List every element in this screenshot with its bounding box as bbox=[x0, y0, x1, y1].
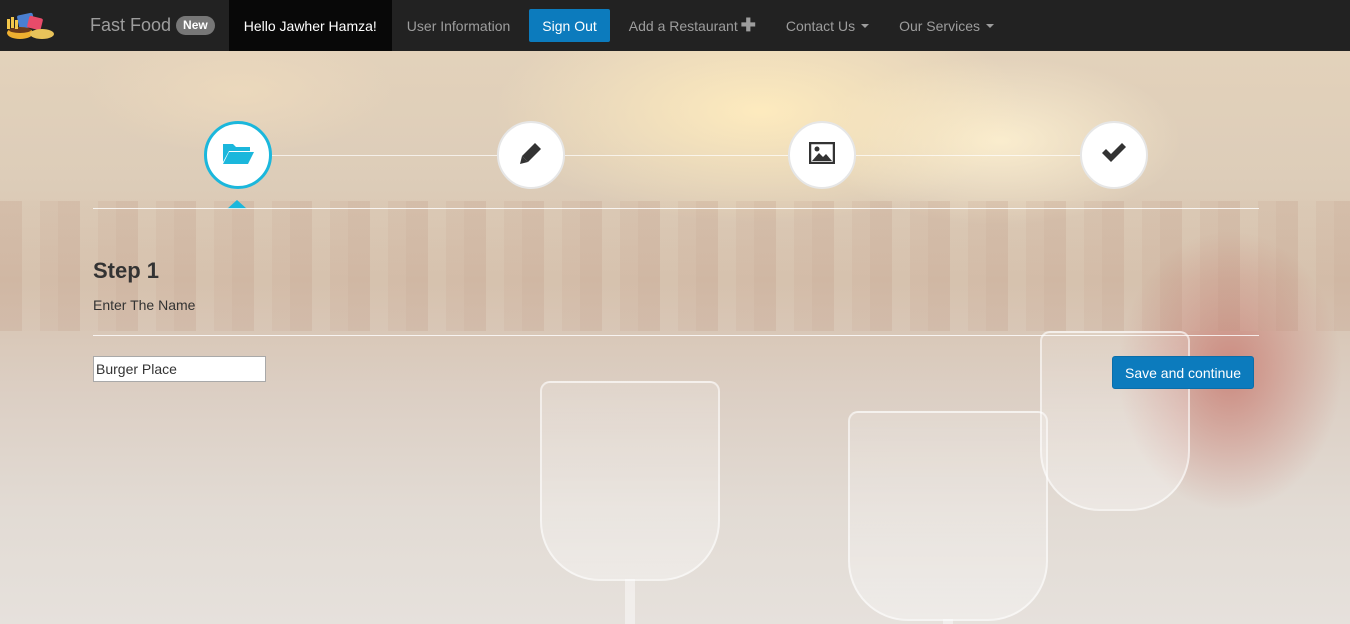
step-description: Enter The Name bbox=[93, 297, 196, 313]
step-1-tab[interactable] bbox=[204, 121, 272, 189]
folder-open-icon bbox=[221, 140, 255, 171]
our-services-label: Our Services bbox=[899, 17, 980, 34]
our-services-dropdown[interactable]: Our Services bbox=[884, 0, 1009, 51]
add-restaurant-label: Add a Restaurant bbox=[628, 17, 738, 34]
picture-icon bbox=[808, 141, 836, 169]
step-3-tab[interactable] bbox=[788, 121, 856, 189]
step-wizard bbox=[93, 51, 1259, 351]
top-navbar: Fast Food New Hello Jawher Hamza! User I… bbox=[0, 0, 1350, 51]
step-2-tab[interactable] bbox=[497, 121, 565, 189]
greeting: Hello Jawher Hamza! bbox=[228, 0, 392, 51]
plus-icon: ✚ bbox=[740, 15, 756, 35]
step-content-divider bbox=[93, 335, 1259, 336]
save-and-continue-button[interactable]: Save and continue bbox=[1112, 356, 1254, 389]
brand[interactable]: Fast Food New bbox=[60, 0, 229, 51]
wizard-top-divider bbox=[93, 208, 1259, 209]
contact-us-dropdown[interactable]: Contact Us bbox=[771, 0, 884, 51]
step-connector-line bbox=[238, 155, 1114, 156]
add-restaurant-link[interactable]: Add a Restaurant ✚ bbox=[614, 0, 771, 51]
step-4-tab[interactable] bbox=[1080, 121, 1148, 189]
pencil-icon bbox=[518, 140, 544, 171]
checkmark-icon bbox=[1100, 142, 1128, 169]
brand-name: Fast Food bbox=[90, 15, 172, 35]
sign-out-button[interactable]: Sign Out bbox=[529, 9, 610, 42]
step-title: Step 1 bbox=[93, 258, 160, 283]
contact-us-label: Contact Us bbox=[785, 17, 856, 34]
caret-down-icon bbox=[986, 23, 994, 28]
user-information-link[interactable]: User Information bbox=[392, 0, 525, 51]
fast-food-logo-icon[interactable] bbox=[0, 0, 60, 51]
new-badge: New bbox=[176, 16, 215, 35]
caret-down-icon bbox=[861, 23, 870, 28]
restaurant-name-input[interactable] bbox=[93, 356, 266, 382]
